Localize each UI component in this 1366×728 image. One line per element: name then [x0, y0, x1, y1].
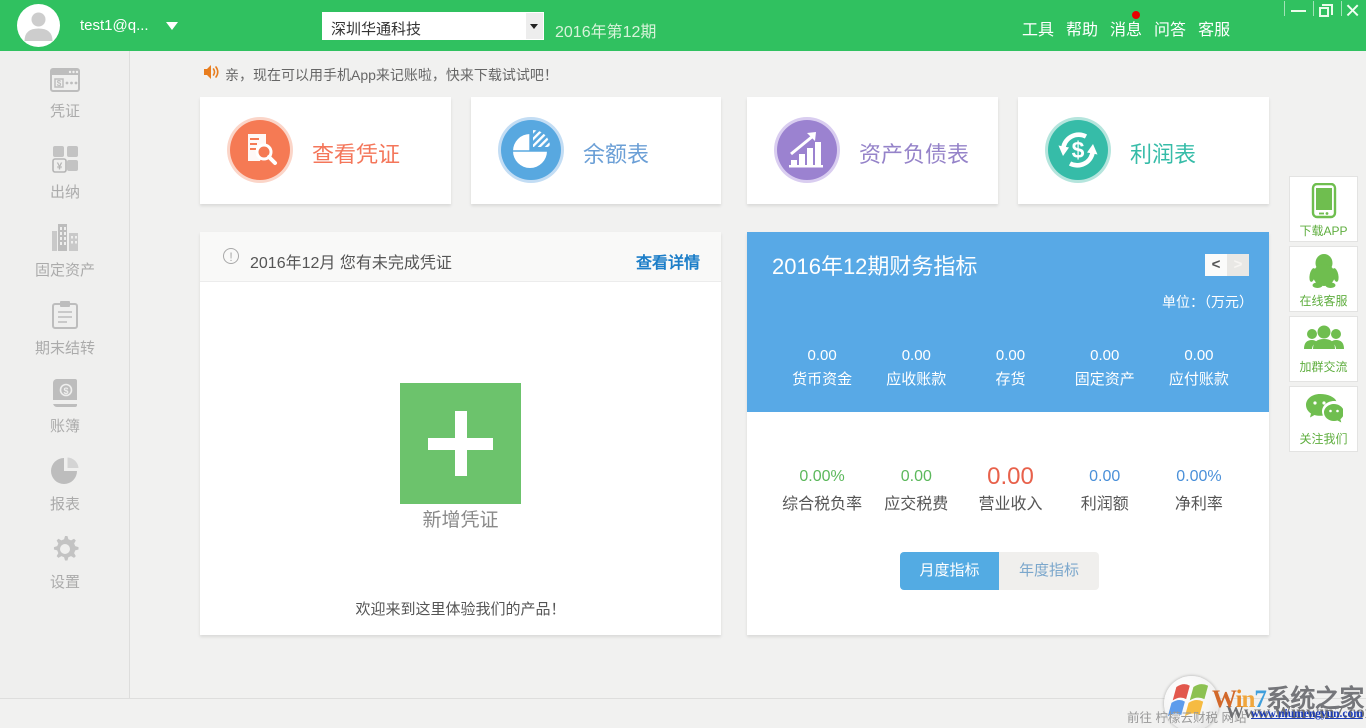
svg-text:¥: ¥ [56, 162, 62, 173]
svg-text:$: $ [1072, 137, 1085, 163]
svg-text:$: $ [57, 79, 62, 88]
svg-text:$: $ [63, 386, 68, 396]
